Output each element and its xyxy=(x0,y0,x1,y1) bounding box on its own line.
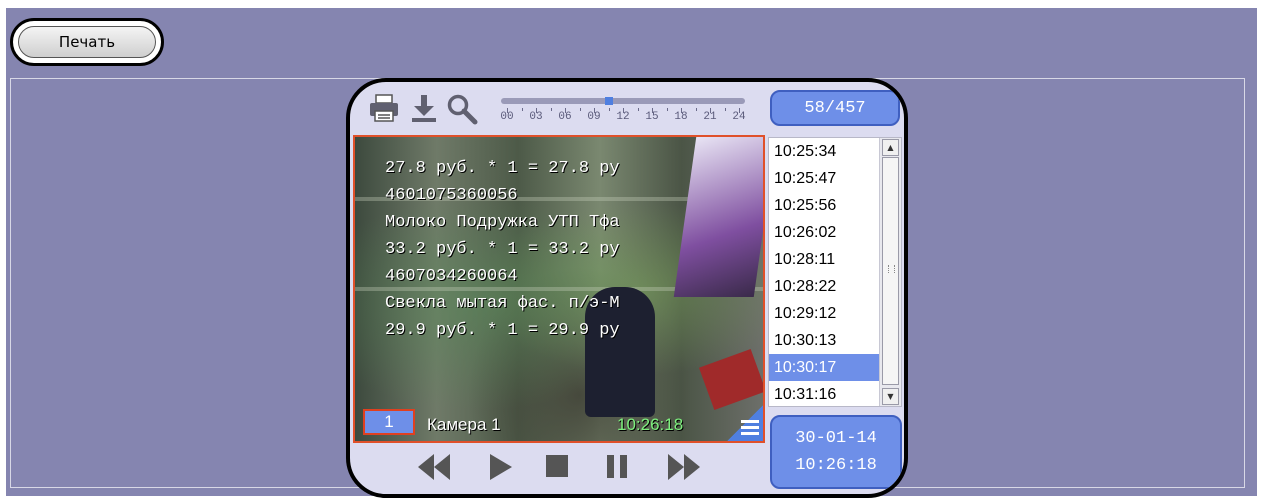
timeline-hour-label: 03 xyxy=(529,111,543,123)
date-value: 30-01-14 xyxy=(795,429,877,448)
camera-number-badge[interactable]: 1 xyxy=(363,409,415,435)
frame-counter: 58/457 xyxy=(770,90,900,126)
receipt-overlay: 27.8 руб. * 1 = 27.8 ру 4601075360056 Мо… xyxy=(385,159,620,340)
timeline-hour-label: 06 xyxy=(558,111,572,123)
pause-button[interactable] xyxy=(604,446,630,488)
time-list-item[interactable]: 10:30:17 xyxy=(769,354,881,381)
stop-button[interactable] xyxy=(543,446,571,488)
print-button[interactable]: Печать xyxy=(10,18,164,66)
timeline-thumb[interactable] xyxy=(605,97,614,105)
camera-name: Камера 1 xyxy=(427,415,501,434)
menu-icon[interactable] xyxy=(741,417,759,435)
timeline-hour-label: 21 xyxy=(703,111,717,123)
printer-icon[interactable] xyxy=(368,93,400,123)
time-list-item[interactable]: 10:31:16 xyxy=(769,381,881,406)
timeline-minor-tick xyxy=(724,108,726,111)
timeline-minor-tick xyxy=(637,108,639,111)
play-button[interactable] xyxy=(486,446,516,488)
timeline-minor-tick xyxy=(521,108,523,111)
time-list-item[interactable]: 10:25:56 xyxy=(769,192,881,219)
rewind-button[interactable] xyxy=(416,446,452,488)
timeline-hour-label: 12 xyxy=(616,111,630,123)
timeline-minor-tick xyxy=(608,108,610,111)
timeline-track[interactable] xyxy=(501,98,745,104)
time-list-item[interactable]: 10:30:13 xyxy=(769,327,881,354)
red-object xyxy=(698,348,763,411)
timeline-hour-label: 18 xyxy=(674,111,688,123)
timeline-minor-tick xyxy=(666,108,668,111)
time-list-items: 10:25:34 10:25:47 10:25:56 10:26:02 10:28:11… xyxy=(769,138,881,406)
time-list-item[interactable]: 10:29:12 xyxy=(769,300,881,327)
search-icon[interactable] xyxy=(446,93,478,125)
video-frame[interactable]: 27.8 руб. * 1 = 27.8 ру 4601075360056 Мо… xyxy=(353,135,765,443)
timeline-hour-label: 15 xyxy=(645,111,659,123)
download-icon[interactable] xyxy=(410,93,438,123)
time-value: 10:26:18 xyxy=(795,456,877,475)
print-button-label: Печать xyxy=(18,26,156,58)
archive-player: 00 03 06 09 12 15 18 21 24 58/457 27.8 руб. * 1 … xyxy=(346,78,908,498)
time-list-item[interactable]: 10:28:22 xyxy=(769,273,881,300)
date-time-display: 30-01-14 10:26:18 xyxy=(770,415,902,489)
camera-timestamp: 10:26:18 xyxy=(617,415,684,434)
timeline-hour-label: 00 xyxy=(500,111,514,123)
timeline-hour-label: 24 xyxy=(732,111,746,123)
time-list-item[interactable]: 10:28:11 xyxy=(769,246,881,273)
scroll-down-icon[interactable]: ▼ xyxy=(882,388,899,405)
timeline-slider[interactable]: 00 03 06 09 12 15 18 21 24 xyxy=(500,94,749,128)
scroll-up-icon[interactable]: ▲ xyxy=(882,139,899,156)
time-list-item[interactable]: 10:26:02 xyxy=(769,219,881,246)
timeline-minor-tick xyxy=(695,108,697,111)
time-list-item[interactable]: 10:25:47 xyxy=(769,165,881,192)
scrollbar-thumb[interactable] xyxy=(882,157,899,385)
fridge-door xyxy=(673,137,763,297)
timeline-hour-label: 09 xyxy=(587,111,601,123)
event-time-list[interactable]: 10:25:34 10:25:47 10:25:56 10:26:02 10:28:11… xyxy=(768,137,902,407)
fast-forward-button[interactable] xyxy=(666,446,702,488)
top-toolbar xyxy=(6,8,1257,76)
timeline-minor-tick xyxy=(579,108,581,111)
time-list-item[interactable]: 10:25:34 xyxy=(769,138,881,165)
timeline-minor-tick xyxy=(550,108,552,111)
list-scrollbar[interactable]: ▲ ▼ xyxy=(879,138,901,406)
